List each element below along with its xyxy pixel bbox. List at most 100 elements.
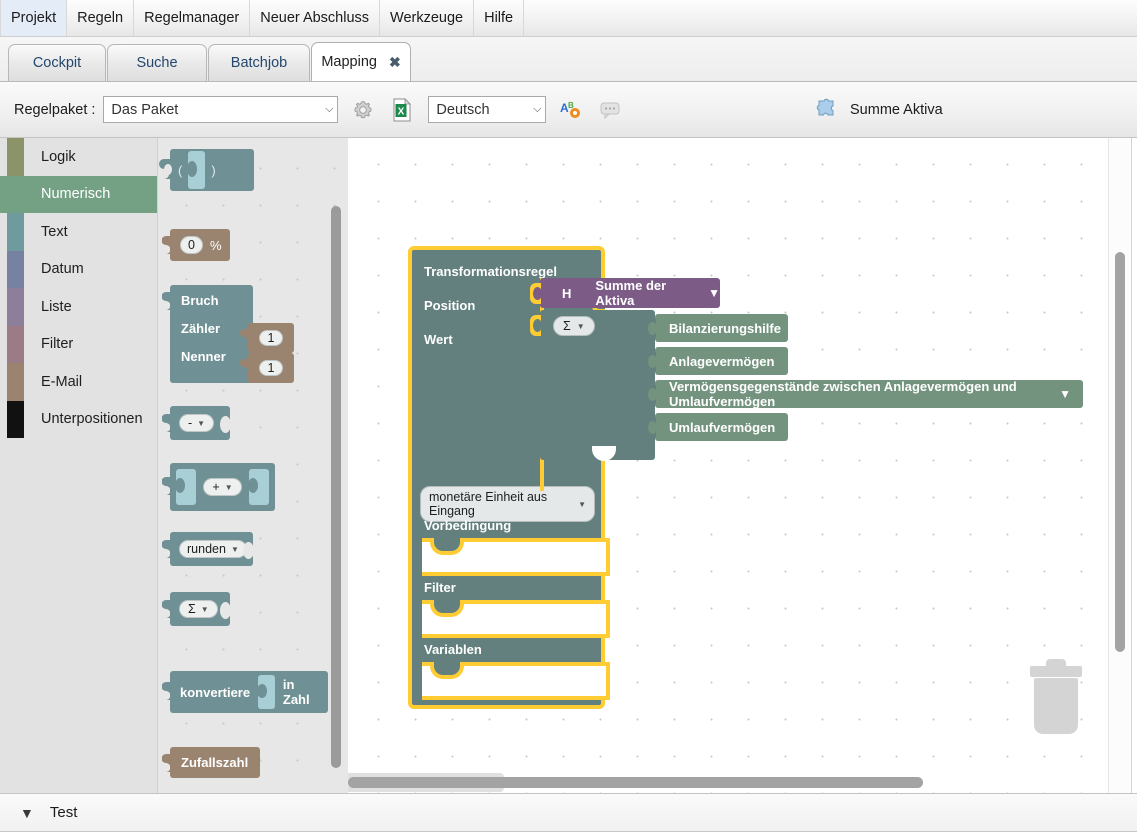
precondition-slot[interactable] — [422, 538, 610, 576]
chevron-down-icon[interactable]: ▼ — [790, 354, 802, 368]
canvas-horizontal-scrollbar-thumb[interactable] — [348, 777, 923, 788]
sidebar-item-label: Datum — [41, 261, 84, 278]
fraction-value[interactable]: 1 — [258, 330, 284, 346]
active-rule-title: Summe Aktiva — [850, 102, 943, 118]
category-color-swatch — [7, 213, 24, 251]
sum-operator-dropdown[interactable]: Σ ▼ — [179, 600, 218, 618]
palette-block-round[interactable]: runden ▼ — [162, 532, 254, 566]
menu-item-projekt[interactable]: Projekt — [0, 0, 68, 36]
package-value: Das Paket — [111, 101, 179, 118]
chevron-down-icon[interactable]: ▼ — [797, 321, 809, 335]
menu-item-regeln[interactable]: Regeln — [67, 0, 135, 36]
palette-block-random-number[interactable]: Zufallszahl — [162, 747, 260, 778]
operator-dropdown[interactable]: - ▼ — [179, 414, 215, 432]
comment-icon[interactable] — [596, 96, 624, 124]
active-rule-indicator: Summe Aktiva — [815, 82, 943, 138]
palette-block-convert-to-number[interactable]: konvertiere in Zahl — [162, 671, 328, 713]
block-socket[interactable] — [257, 675, 275, 709]
sidebar-item-text[interactable]: Text — [0, 213, 157, 251]
tab-mapping[interactable]: Mapping ✖ — [311, 42, 411, 81]
sum-container-block[interactable]: Σ ▼ — [530, 310, 655, 461]
sidebar-item-liste[interactable]: Liste — [0, 288, 157, 326]
palette-block-parentheses[interactable]: ( ) — [159, 149, 254, 191]
chevron-down-icon[interactable]: ▼ — [1059, 387, 1071, 401]
menu-item-neuer-abschluss[interactable]: Neuer Abschluss — [250, 0, 381, 36]
tab-suche[interactable]: Suche — [107, 44, 207, 81]
list-item-umlaufvermoegen[interactable]: Umlaufvermögen ▼ — [646, 413, 803, 441]
block-socket[interactable] — [175, 469, 196, 505]
tab-batchjob[interactable]: Batchjob — [208, 44, 310, 81]
filter-label: Filter — [424, 580, 456, 595]
palette-block-minus-operator[interactable]: - ▼ — [162, 406, 231, 440]
sidebar-item-email[interactable]: E-Mail — [0, 363, 157, 401]
excel-export-icon[interactable]: X — [388, 96, 416, 124]
trash-can-icon[interactable] — [1030, 656, 1082, 734]
list-item-label: Bilanzierungshilfe — [669, 320, 781, 336]
palette-block-plus-operator[interactable]: + ▼ — [162, 463, 275, 511]
palette-block-sum[interactable]: Σ ▼ — [162, 592, 231, 626]
sidebar-item-label: Liste — [41, 298, 72, 315]
fraction-numerator-value-block[interactable]: 1 — [240, 323, 294, 353]
chevron-down-icon: ⌵ — [533, 103, 542, 115]
language-select[interactable]: Deutsch ⌵ — [428, 96, 547, 123]
list-item-bilanzierungshilfe[interactable]: Bilanzierungshilfe ▼ — [646, 314, 809, 342]
sidebar-item-numerisch[interactable]: Numerisch — [0, 175, 157, 213]
percent-value[interactable]: 0 — [180, 236, 203, 254]
header-prefix: H — [562, 285, 572, 301]
gear-icon[interactable] — [349, 96, 377, 124]
test-panel-label: Test — [49, 804, 78, 821]
palette-block-fraction[interactable]: Bruch Zähler Nenner 1 1 — [162, 285, 294, 383]
menu-item-werkzeuge[interactable]: Werkzeuge — [380, 0, 475, 36]
chevron-down-icon[interactable]: ▼ — [791, 420, 803, 434]
palette-scrollbar-thumb[interactable] — [331, 206, 341, 768]
operator-symbol: Σ — [188, 602, 196, 616]
sum-operator-dropdown[interactable]: Σ ▼ — [553, 316, 595, 336]
block-connector-nub — [530, 315, 542, 336]
category-color-swatch — [7, 250, 24, 288]
sidebar-item-filter[interactable]: Filter — [0, 325, 157, 363]
sidebar-item-logik[interactable]: Logik — [0, 138, 157, 176]
sidebar-item-unterpositionen[interactable]: Unterpositionen — [0, 400, 157, 438]
menu-item-label: Regeln — [77, 10, 124, 26]
chevron-down-icon[interactable]: ▼ — [20, 805, 34, 821]
sidebar-item-label: Unterpositionen — [41, 411, 143, 428]
chevron-down-icon[interactable]: ▼ — [708, 286, 720, 300]
translate-icon[interactable]: A B — [557, 96, 585, 124]
tab-cockpit[interactable]: Cockpit — [8, 44, 106, 81]
menu-item-label: Neuer Abschluss — [260, 10, 370, 26]
list-item-label: Vermögensgegenstände zwischen Anlageverm… — [669, 379, 1017, 409]
block-socket[interactable] — [247, 469, 269, 505]
close-icon[interactable]: ✖ — [389, 54, 401, 71]
menu-item-regelmanager[interactable]: Regelmanager — [134, 0, 251, 36]
package-select[interactable]: Das Paket ⌵ — [103, 96, 339, 123]
block-connector-nub — [646, 319, 657, 338]
fraction-value[interactable]: 1 — [258, 360, 284, 376]
random-label: Zufallszahl — [181, 755, 249, 770]
operator-symbol: - — [188, 416, 193, 430]
sidebar-item-label: Text — [41, 223, 68, 240]
palette-block-percent[interactable]: 0 % — [162, 229, 230, 261]
header-position-block[interactable]: H Summe der Aktiva ▼ — [530, 278, 720, 308]
block-socket[interactable] — [187, 151, 206, 189]
operator-dropdown[interactable]: + ▼ — [203, 478, 242, 496]
filter-slot[interactable] — [422, 600, 610, 638]
block-palette[interactable]: ( ) 0 % Bruch Zähler Nenner 1 1 - ▼ + ▼ … — [158, 138, 348, 793]
percent-unit: % — [209, 237, 222, 253]
unit-dropdown[interactable]: monetäre Einheit aus Eingang ▼ — [420, 486, 595, 522]
canvas-vertical-scrollbar-thumb[interactable] — [1115, 252, 1125, 652]
mapping-canvas[interactable]: Transformationsregel Position Wert monet… — [348, 138, 1137, 793]
list-item-anlagevermoegen[interactable]: Anlagevermögen ▼ — [646, 347, 802, 375]
variables-slot[interactable] — [422, 662, 610, 700]
application-window: Projekt Regeln Regelmanager Neuer Abschl… — [0, 0, 1137, 832]
menu-item-hilfe[interactable]: Hilfe — [474, 0, 525, 36]
test-panel-header[interactable]: ▼ Test — [0, 793, 1137, 832]
round-dropdown[interactable]: runden ▼ — [179, 540, 247, 558]
menu-bar: Projekt Regeln Regelmanager Neuer Abschl… — [0, 0, 1137, 37]
block-connector-nub — [646, 418, 657, 437]
tab-label: Suche — [136, 55, 178, 71]
sidebar-item-datum[interactable]: Datum — [0, 250, 157, 288]
fraction-denominator-value-block[interactable]: 1 — [240, 353, 294, 383]
list-item-vermoegensgegenstaende[interactable]: Vermögensgegenstände zwischen Anlageverm… — [646, 379, 1083, 409]
toolbar: Regelpaket : Das Paket ⌵ X Deutsch ⌵ A B… — [0, 82, 1137, 138]
convert-suffix: in Zahl — [282, 677, 310, 707]
